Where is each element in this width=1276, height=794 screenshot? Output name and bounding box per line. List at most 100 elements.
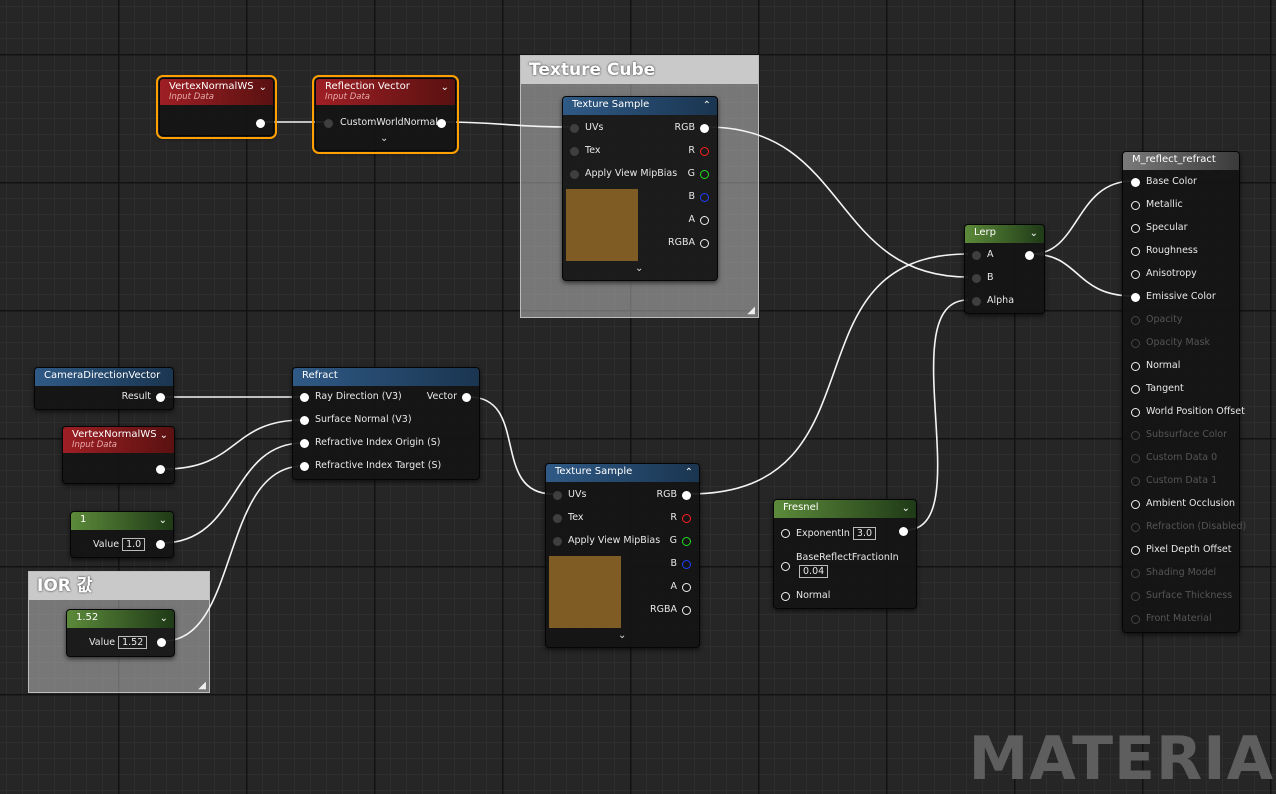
input-pin-uvs[interactable] (570, 124, 579, 133)
output-pin[interactable] (1025, 251, 1034, 260)
output-pin-r[interactable] (700, 147, 709, 156)
chevron-down-icon[interactable]: ⌄ (902, 503, 910, 514)
node-constant-1[interactable]: 1 ⌄ Value 1.0 (70, 511, 174, 558)
chevron-down-icon[interactable]: ⌄ (1030, 228, 1038, 239)
node-camera-direction-vector[interactable]: CameraDirectionVector Result (34, 367, 174, 410)
input-pin-roughness[interactable] (1131, 247, 1140, 256)
output-pin[interactable] (437, 119, 446, 128)
output-pin[interactable] (256, 119, 265, 128)
input-pin-mipbias[interactable] (570, 170, 579, 179)
pin-label: Front Material (1146, 613, 1212, 624)
expand-chevron-icon[interactable]: ⌄ (618, 630, 626, 641)
output-pin-b[interactable] (700, 193, 709, 202)
input-pin-specular[interactable] (1131, 224, 1140, 233)
input-pin-metallic[interactable] (1131, 201, 1140, 210)
input-pin-front-material (1131, 615, 1140, 624)
input-pin-emissive-color[interactable] (1131, 293, 1140, 302)
output-pin[interactable] (156, 465, 165, 474)
input-pin-alpha[interactable] (972, 297, 981, 306)
input-pin-base-reflect[interactable] (781, 562, 790, 571)
value-input[interactable]: 1.0 (122, 538, 146, 551)
input-pin-custom-world-normal[interactable] (324, 119, 333, 128)
wire-reflection-to-uvs (442, 121, 570, 128)
input-pin-tangent[interactable] (1131, 385, 1140, 394)
output-pin-r[interactable] (682, 514, 691, 523)
node-fresnel[interactable]: Fresnel ⌄ ExponentIn 3.0 BaseReflectFract… (773, 499, 917, 609)
input-pin-custom-data-0 (1131, 454, 1140, 463)
value-field[interactable]: ExponentIn 3.0 (796, 527, 877, 540)
value-field[interactable]: Value 1.0 (93, 538, 146, 551)
output-pin[interactable] (899, 527, 908, 536)
expand-chevron-icon[interactable]: ⌄ (635, 263, 643, 274)
chevron-down-icon[interactable]: ⌄ (441, 82, 449, 93)
input-pin-mipbias[interactable] (553, 537, 562, 546)
input-pin-pixel-depth-offset[interactable] (1131, 546, 1140, 555)
chevron-down-icon[interactable]: ⌄ (160, 613, 168, 624)
input-pin-tex[interactable] (570, 147, 579, 156)
output-pin-result[interactable] (156, 393, 165, 402)
input-pin-base-color[interactable] (1131, 178, 1140, 187)
output-pin-g[interactable] (682, 537, 691, 546)
input-pin-index-origin[interactable] (300, 439, 309, 448)
texture-preview (566, 189, 638, 261)
output-pin-g[interactable] (700, 170, 709, 179)
input-pin-world-position-offset[interactable] (1131, 408, 1140, 417)
node-reflection-vector[interactable]: Reflection Vector Input Data ⌄ CustomWor… (312, 75, 459, 154)
node-subtitle: Input Data (169, 92, 215, 102)
node-vertex-normal-ws-2[interactable]: VertexNormalWS Input Data ⌄ (62, 426, 175, 484)
input-pin-shading-model (1131, 569, 1140, 578)
value-input[interactable]: 1.52 (118, 636, 148, 649)
wire-vertexnormal-to-surfacenormal (163, 419, 304, 470)
value-field[interactable]: 0.04 (796, 565, 829, 578)
expand-chevron-icon[interactable]: ⌄ (380, 133, 388, 144)
output-pin-rgb[interactable] (700, 124, 709, 133)
input-pin-opacity-mask (1131, 339, 1140, 348)
chevron-down-icon[interactable]: ⌄ (160, 430, 168, 441)
input-pin-exponent[interactable] (781, 529, 790, 538)
output-pin-rgba[interactable] (700, 239, 709, 248)
input-pin-anisotropy[interactable] (1131, 270, 1140, 279)
node-vertex-normal-ws[interactable]: VertexNormalWS Input Data ⌄ (156, 75, 277, 139)
input-pin-ambient-occlusion[interactable] (1131, 500, 1140, 509)
output-pin-a[interactable] (682, 583, 691, 592)
pin-label: A (670, 581, 678, 592)
input-pin-normal[interactable] (1131, 362, 1140, 371)
input-pin-normal[interactable] (781, 592, 790, 601)
chevron-down-icon[interactable]: ⌄ (159, 515, 167, 526)
input-pin-uvs[interactable] (553, 491, 562, 500)
input-pin-tex[interactable] (553, 514, 562, 523)
pin-label: R (688, 145, 695, 156)
wire-rgb-to-lerp-a (688, 253, 969, 495)
chevron-down-icon[interactable]: ⌄ (259, 82, 267, 93)
node-material-result[interactable]: M_reflect_refract Base Color Metallic Spec… (1122, 151, 1246, 633)
value-input[interactable]: 0.04 (799, 565, 829, 578)
input-pin-index-target[interactable] (300, 462, 309, 471)
node-texture-sample-top[interactable]: Texture Sample ⌃ UVs Tex Apply View MipB… (562, 96, 718, 281)
output-pin-vector[interactable] (462, 393, 471, 402)
value-field[interactable]: Value 1.52 (89, 636, 148, 649)
node-texture-sample-bottom[interactable]: Texture Sample ⌃ UVs Tex Apply View MipB… (545, 463, 700, 648)
input-pin-a[interactable] (972, 251, 981, 260)
node-title: Texture Sample (555, 466, 633, 477)
pin-label: Tangent (1146, 383, 1184, 394)
output-pin[interactable] (157, 638, 166, 647)
wire-const1-to-origin (161, 442, 304, 544)
input-pin-ray-direction[interactable] (300, 393, 309, 402)
value-input[interactable]: 3.0 (852, 527, 877, 540)
node-refract[interactable]: Refract Ray Direction (V3) Surface Norma… (292, 367, 480, 480)
output-pin[interactable] (156, 540, 165, 549)
value-label: ExponentIn (796, 528, 850, 539)
node-lerp[interactable]: Lerp ⌄ A B Alpha (964, 224, 1045, 314)
output-pin-rgb[interactable] (682, 491, 691, 500)
input-pin-surface-normal[interactable] (300, 416, 309, 425)
input-pin-custom-data-1 (1131, 477, 1140, 486)
output-pin-a[interactable] (700, 216, 709, 225)
chevron-up-icon[interactable]: ⌃ (703, 100, 711, 111)
pin-label: Normal (1146, 360, 1181, 371)
pin-label: UVs (568, 489, 587, 500)
chevron-up-icon[interactable]: ⌃ (685, 467, 693, 478)
output-pin-rgba[interactable] (682, 606, 691, 615)
node-constant-ior[interactable]: 1.52 ⌄ Value 1.52 (66, 609, 175, 657)
input-pin-b[interactable] (972, 274, 981, 283)
output-pin-b[interactable] (682, 560, 691, 569)
